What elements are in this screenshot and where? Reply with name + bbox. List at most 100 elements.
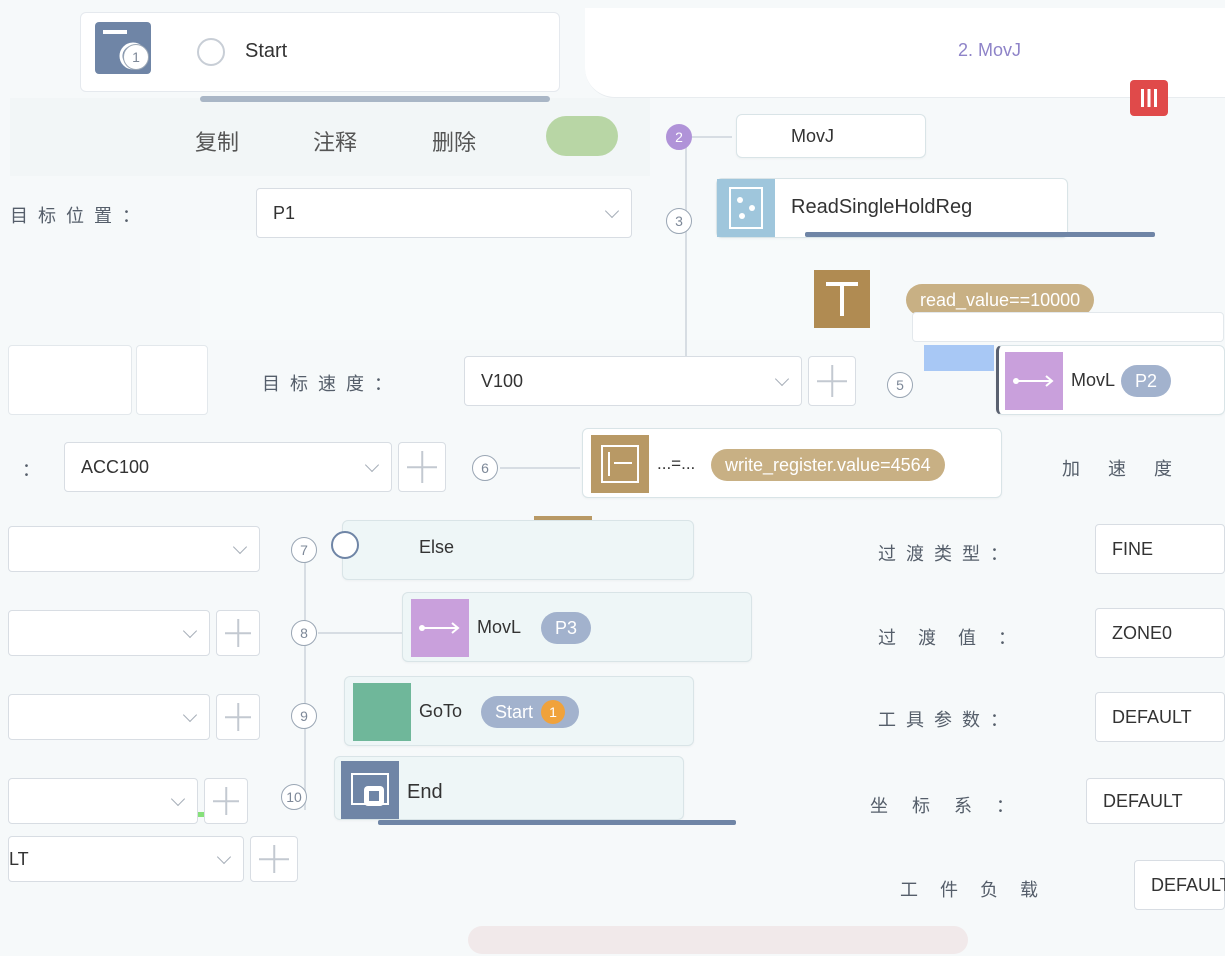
left-select-3[interactable]	[8, 694, 210, 740]
step-number: 10	[281, 784, 307, 810]
transition-type-value: FINE	[1112, 538, 1154, 559]
connector	[318, 632, 408, 634]
assign-node[interactable]: ...=... write_register.value=4564	[582, 428, 1002, 498]
movl-icon	[411, 599, 469, 657]
target-position-label: 目标位置：	[10, 206, 150, 226]
if-icon	[814, 270, 870, 328]
chevron-down-icon	[364, 457, 380, 473]
read-single-hold-reg-node[interactable]: ReadSingleHoldReg	[716, 178, 1068, 238]
middle-panel-bg	[200, 230, 880, 340]
else-icon	[331, 531, 359, 559]
tool-param-select[interactable]: DEFAULT	[1095, 692, 1225, 742]
step-number: 3	[666, 208, 692, 234]
left-select-1[interactable]	[8, 526, 260, 572]
target-speed-label: 目标速度：	[262, 374, 402, 394]
chevron-down-icon	[170, 791, 186, 807]
goto-node[interactable]: GoTo Start 1	[344, 676, 694, 746]
chevron-down-icon	[182, 623, 198, 639]
point-tag: P3	[541, 612, 592, 644]
connector	[500, 467, 580, 469]
left-select-4[interactable]	[8, 778, 198, 824]
start-node[interactable]: 1 Start	[95, 22, 535, 82]
acceleration-colon: ：	[22, 460, 40, 480]
start-underline	[200, 96, 550, 102]
assign-icon	[591, 435, 649, 493]
movj-node[interactable]: MovJ	[736, 114, 926, 158]
else-label: Else	[419, 537, 455, 557]
target-speed-select[interactable]: V100	[464, 356, 802, 406]
toolbar-green-button[interactable]	[546, 116, 618, 156]
accent-bar	[924, 345, 994, 371]
connector	[692, 136, 732, 138]
transition-value-label: 过渡值：	[878, 628, 1038, 648]
goto-label: GoTo	[419, 701, 463, 721]
chevron-down-icon	[216, 849, 232, 865]
clock-icon	[197, 38, 225, 66]
movj-label: MovJ	[791, 126, 835, 146]
assign-tag: write_register.value=4564	[711, 449, 945, 481]
add-speed-button[interactable]	[808, 356, 856, 406]
point-tag: P2	[1121, 365, 1172, 397]
coord-system-label: 坐标系：	[870, 796, 1038, 816]
chevron-down-icon	[774, 371, 790, 387]
left-select-2[interactable]	[8, 610, 210, 656]
acceleration-select[interactable]: ACC100	[64, 442, 392, 492]
delete-icon[interactable]	[1130, 80, 1168, 116]
chevron-down-icon	[604, 203, 620, 219]
flow-connector	[685, 140, 687, 390]
panel-title: 2. MovJ	[958, 40, 1022, 60]
coord-system-select[interactable]: DEFAULT	[1086, 778, 1225, 824]
acceleration-value: ACC100	[81, 456, 150, 477]
step-number: 7	[291, 537, 317, 563]
target-position-value: P1	[273, 202, 296, 223]
tool-param-value: DEFAULT	[1112, 706, 1192, 727]
transition-type-label: 过渡类型：	[878, 544, 1018, 564]
comment-button[interactable]: 注释	[313, 125, 357, 157]
left-card-bg-2	[136, 345, 208, 415]
movl-p3-node[interactable]: MovL P3	[402, 592, 752, 662]
read-single-hold-reg-label: ReadSingleHoldReg	[791, 196, 973, 218]
movl-label: MovL	[477, 617, 522, 637]
workpiece-load-value: DEFAULT	[1151, 874, 1225, 895]
delete-button[interactable]: 删除	[432, 125, 476, 157]
flow-connector-lower	[304, 550, 306, 810]
start-label: Start	[245, 40, 288, 62]
workpiece-load-select[interactable]: DEFAULT	[1134, 860, 1225, 910]
goto-badge: 1	[541, 700, 566, 724]
target-position-select[interactable]: P1	[256, 188, 632, 238]
transition-type-select[interactable]: FINE	[1095, 524, 1225, 574]
step-number: 6	[472, 455, 498, 481]
movl-p2-node[interactable]: MovL P2	[996, 345, 1225, 415]
left-select-5-value: LT	[9, 848, 29, 869]
acceleration-label: 加速度	[1062, 459, 1200, 479]
copy-button[interactable]: 复制	[195, 125, 239, 157]
top-right-panel-bg	[585, 8, 1225, 98]
assign-label: ...=...	[657, 454, 696, 473]
goto-icon	[353, 683, 411, 741]
bottom-scrollbar[interactable]	[468, 926, 968, 954]
left-select-5[interactable]: LT	[8, 836, 244, 882]
node-underline	[805, 232, 1155, 237]
add-acceleration-button[interactable]	[398, 442, 446, 492]
step-number: 1	[123, 44, 149, 70]
transition-value-value: ZONE0	[1112, 622, 1173, 643]
step-number: 5	[887, 372, 913, 398]
end-label: End	[407, 781, 443, 803]
movl-label: MovL	[1071, 370, 1116, 390]
if-node-card	[912, 312, 1224, 342]
end-node[interactable]: End	[334, 756, 684, 820]
goto-target-label: Start	[495, 701, 534, 722]
else-node[interactable]: Else	[331, 520, 694, 580]
target-speed-value: V100	[481, 370, 524, 391]
movl-icon	[1005, 352, 1063, 410]
add-button[interactable]	[250, 836, 298, 882]
add-button[interactable]	[216, 610, 260, 656]
workpiece-load-label: 工件负载	[900, 880, 1060, 900]
step-number: 8	[291, 620, 317, 646]
end-icon	[341, 761, 399, 819]
add-button[interactable]	[204, 778, 248, 824]
add-button[interactable]	[216, 694, 260, 740]
goto-target-tag: Start 1	[481, 696, 580, 728]
transition-value-select[interactable]: ZONE0	[1095, 608, 1225, 658]
chevron-down-icon	[232, 539, 248, 555]
